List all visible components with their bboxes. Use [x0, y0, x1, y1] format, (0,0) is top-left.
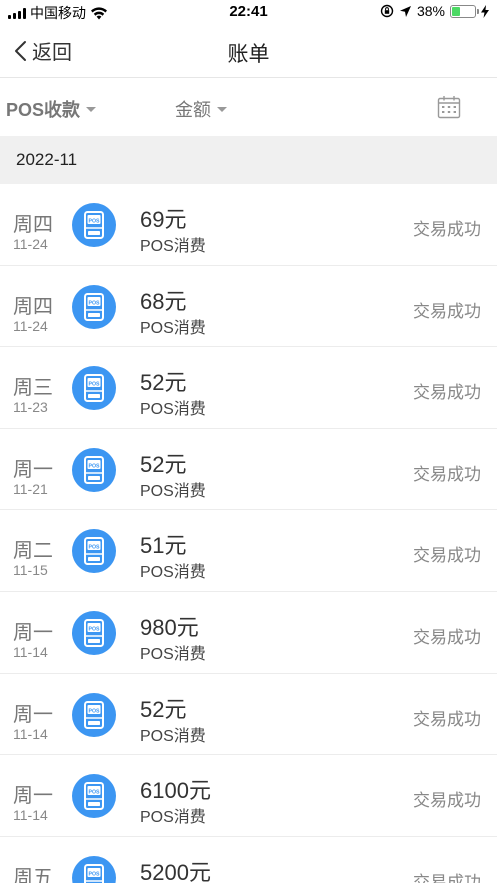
transaction-date: 11-15 [13, 562, 48, 579]
transaction-date: 11-23 [13, 399, 48, 416]
calendar-icon[interactable] [437, 95, 461, 119]
transaction-weekday: 周四 [13, 295, 53, 318]
pos-terminal-icon: POS [72, 447, 116, 492]
amount-filter-dropdown[interactable]: 金额 [175, 96, 227, 122]
pos-terminal-icon: POS [72, 203, 116, 247]
pos-terminal-icon: POS [72, 610, 116, 655]
svg-text:POS: POS [89, 708, 100, 714]
month-label: 2022-11 [16, 150, 78, 169]
transaction-status: 交易成功 [413, 791, 481, 811]
transaction-row[interactable]: 周一 11-14 POS 52元 POS消费 交易成功 [0, 674, 497, 756]
transaction-weekday: 周三 [13, 377, 53, 400]
transaction-date: 11-14 [13, 725, 48, 742]
amount-filter-label: 金额 [175, 100, 211, 120]
orientation-lock-icon [380, 4, 394, 18]
svg-text:POS: POS [89, 381, 100, 387]
svg-text:POS: POS [89, 789, 100, 795]
status-bar: 中国移动 22:41 38% [0, 0, 497, 26]
transaction-type: POS消费 [140, 645, 206, 663]
svg-text:POS: POS [89, 218, 100, 224]
page-title: 账单 [227, 43, 270, 66]
transaction-date: 11-24 [13, 236, 48, 252]
transaction-status: 交易成功 [413, 220, 481, 239]
transaction-row[interactable]: 周四 11-24 POS 68元 POS消费 交易成功 [0, 266, 497, 348]
transaction-row[interactable]: 周五 POS 5200元 交易成功 [0, 837, 497, 883]
transaction-type: POS消费 [140, 809, 206, 827]
transaction-status: 交易成功 [413, 872, 481, 883]
transaction-weekday: 周二 [13, 540, 53, 563]
transaction-weekday: 周五 [13, 866, 53, 883]
svg-text:POS: POS [89, 626, 100, 632]
transaction-weekday: 周一 [13, 621, 53, 644]
nav-bar: 返回 账单 [0, 26, 497, 78]
transaction-status: 交易成功 [413, 383, 481, 403]
transaction-type: POS消费 [140, 401, 206, 419]
transaction-status: 交易成功 [413, 546, 481, 566]
pos-terminal-icon: POS [72, 692, 116, 737]
svg-text:POS: POS [89, 463, 100, 469]
caret-down-icon [86, 106, 97, 112]
battery-percent: 38% [416, 3, 445, 19]
transaction-amount: 52元 [140, 696, 187, 722]
transaction-weekday: 周一 [13, 458, 53, 481]
svg-text:POS: POS [89, 871, 100, 877]
transaction-amount: 68元 [140, 288, 187, 314]
transaction-type: POS消费 [140, 564, 206, 582]
pos-terminal-icon: POS [72, 774, 116, 819]
pos-terminal-icon: POS [72, 366, 116, 411]
transaction-weekday: 周一 [13, 785, 53, 808]
transaction-date: 11-24 [13, 317, 48, 334]
pos-terminal-icon: POS [72, 855, 116, 883]
transaction-row[interactable]: 周一 11-21 POS 52元 POS消费 交易成功 [0, 429, 497, 511]
svg-text:POS: POS [89, 545, 100, 551]
transaction-amount: 52元 [140, 370, 187, 396]
transaction-amount: 5200元 [140, 859, 211, 883]
transaction-date: 11-14 [13, 807, 48, 824]
transaction-status: 交易成功 [413, 464, 481, 484]
caret-down-icon [217, 106, 227, 112]
charging-icon [481, 4, 489, 18]
month-section-header: 2022-11 [0, 136, 497, 184]
transaction-amount: 69元 [140, 207, 187, 232]
transaction-row[interactable]: 周一 11-14 POS 6100元 POS消费 交易成功 [0, 755, 497, 837]
svg-text:POS: POS [89, 300, 100, 306]
battery-icon [450, 4, 479, 18]
transaction-row[interactable]: 周一 11-14 POS 980元 POS消费 交易成功 [0, 592, 497, 674]
filter-bar: POS收款 金额 [0, 78, 497, 136]
pos-terminal-icon: POS [72, 284, 116, 329]
transaction-row[interactable]: 周四 11-24 POS 69元 POS消费 交易成功 [0, 184, 497, 266]
transaction-list: 周四 11-24 POS 69元 POS消费 交易成功 周四 11-24 POS… [0, 184, 497, 883]
transaction-status: 交易成功 [413, 627, 481, 647]
transaction-type: POS消费 [140, 727, 206, 745]
transaction-amount: 980元 [140, 614, 199, 640]
status-bar-right: 38% [380, 3, 489, 19]
pos-terminal-icon: POS [72, 529, 116, 574]
transaction-amount: 6100元 [140, 778, 211, 804]
transaction-type: POS消费 [140, 482, 206, 500]
transaction-type: POS消费 [140, 319, 206, 337]
location-icon [399, 5, 411, 17]
transaction-weekday: 周四 [13, 214, 53, 236]
transaction-status: 交易成功 [413, 709, 481, 729]
transaction-row[interactable]: 周三 11-23 POS 52元 POS消费 交易成功 [0, 347, 497, 429]
transaction-amount: 51元 [140, 533, 187, 559]
transaction-type: POS消费 [140, 238, 206, 255]
transaction-date: 11-14 [13, 643, 48, 660]
transaction-amount: 52元 [140, 451, 187, 477]
transaction-weekday: 周一 [13, 703, 53, 726]
transaction-date: 11-21 [13, 480, 48, 497]
battery-level [452, 6, 461, 16]
transaction-status: 交易成功 [413, 301, 481, 321]
type-filter-label: POS收款 [6, 100, 81, 120]
type-filter-dropdown[interactable]: POS收款 [6, 96, 97, 122]
transaction-row[interactable]: 周二 11-15 POS 51元 POS消费 交易成功 [0, 510, 497, 592]
